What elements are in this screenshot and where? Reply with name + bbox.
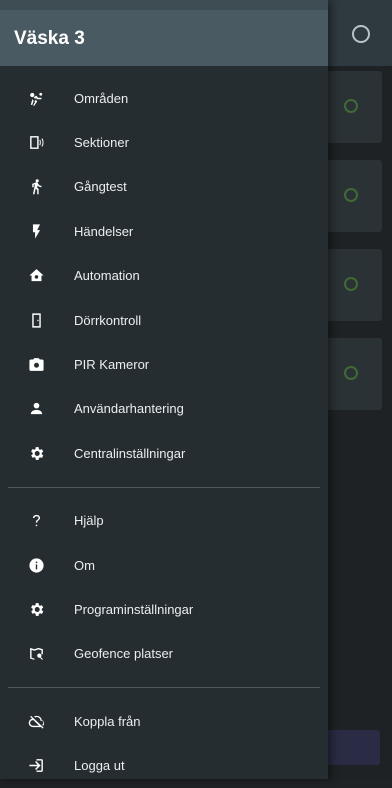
menu-item-label: Händelser: [74, 223, 134, 239]
menu-item-centralinstallningar[interactable]: Centralinställningar: [0, 431, 328, 475]
menu-item-geofence-platser[interactable]: Geofence platser: [0, 632, 328, 676]
menu-item-gangtest[interactable]: Gångtest: [0, 165, 328, 209]
menu-item-label: Koppla från: [74, 713, 141, 729]
menu-item-label: Centralinställningar: [74, 445, 186, 461]
areas-icon: [26, 88, 46, 108]
menu-item-label: Användarhantering: [74, 401, 184, 417]
menu-item-label: Sektioner: [74, 135, 129, 151]
menu-divider: [8, 486, 320, 488]
menu-item-label: PIR Kameror: [74, 357, 150, 373]
menu-item-label: Programinställningar: [74, 601, 194, 617]
camera-icon: [26, 355, 46, 375]
sections-icon: [26, 133, 46, 153]
menu-item-label: Hjälp: [74, 513, 104, 529]
menu-item-pir-kameror[interactable]: PIR Kameror: [0, 342, 328, 386]
menu-item-logga-ut[interactable]: Logga ut: [0, 743, 328, 787]
menu-item-label: Geofence platser: [74, 646, 174, 662]
door-icon: [26, 310, 46, 330]
cloud-off-icon: [26, 711, 46, 731]
gear-icon: [26, 599, 46, 619]
drawer-header: Väska 3: [0, 10, 328, 66]
menu-item-dorrkontroll[interactable]: Dörrkontroll: [0, 298, 328, 342]
menu-item-hjalp[interactable]: Hjälp: [0, 499, 328, 543]
navigation-drawer: Väska 3 Områden Sektioner Gångtest Hände…: [0, 0, 328, 779]
status-icon: [344, 188, 358, 202]
menu-item-label: Områden: [74, 90, 129, 106]
menu-item-automation[interactable]: Automation: [0, 254, 328, 298]
logout-icon: [26, 756, 46, 776]
status-circle-icon[interactable]: [352, 25, 370, 43]
menu-item-label: Dörrkontroll: [74, 312, 142, 328]
menu-item-label: Logga ut: [74, 758, 125, 774]
menu-item-koppla-fran[interactable]: Koppla från: [0, 699, 328, 743]
info-icon: [26, 555, 46, 575]
menu-item-omraden[interactable]: Områden: [0, 76, 328, 120]
menu-item-om[interactable]: Om: [0, 543, 328, 587]
events-icon: [26, 221, 46, 241]
status-icon: [344, 277, 358, 291]
menu-item-sektioner[interactable]: Sektioner: [0, 120, 328, 164]
user-icon: [26, 399, 46, 419]
menu-item-programinstallningar[interactable]: Programinställningar: [0, 587, 328, 631]
menu-item-anvandarhantering[interactable]: Användarhantering: [0, 387, 328, 431]
drawer-title: Väska 3: [14, 28, 85, 49]
automation-icon: [26, 266, 46, 286]
status-icon: [344, 99, 358, 113]
gear-icon: [26, 443, 46, 463]
menu-item-label: Om: [74, 557, 95, 573]
menu-item-handelser[interactable]: Händelser: [0, 209, 328, 253]
walk-test-icon: [26, 177, 46, 197]
drawer-menu: Områden Sektioner Gångtest Händelser Aut…: [0, 76, 328, 788]
menu-item-label: Gångtest: [74, 179, 127, 195]
map-icon: [26, 644, 46, 664]
menu-item-label: Automation: [74, 268, 140, 284]
menu-divider: [8, 687, 320, 689]
status-bar-strip: [0, 0, 328, 10]
help-icon: [26, 511, 46, 531]
status-icon: [344, 366, 358, 380]
